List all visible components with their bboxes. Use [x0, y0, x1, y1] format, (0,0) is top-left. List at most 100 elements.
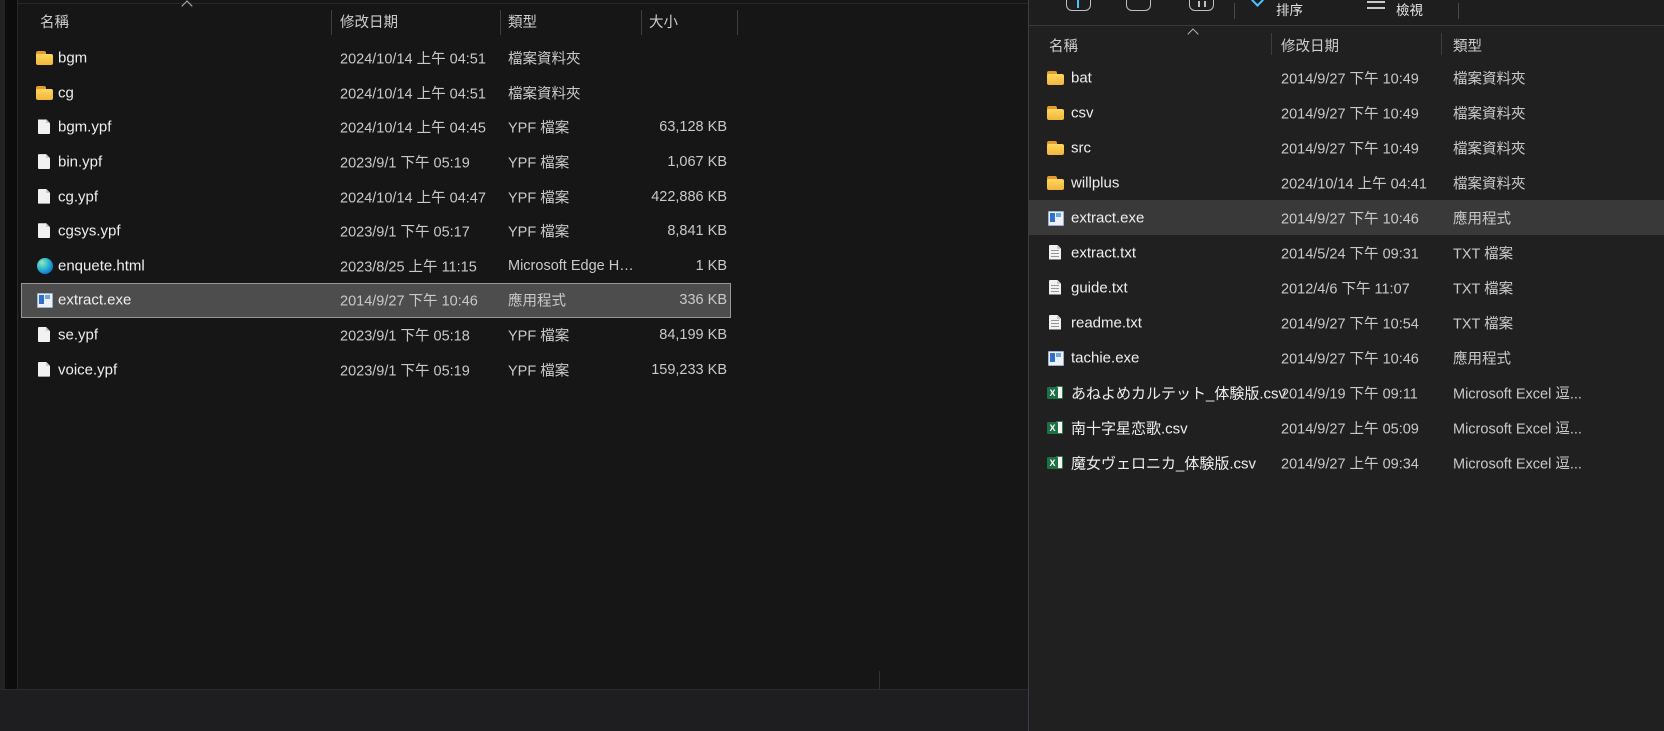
file-row[interactable]: X魔女ヴェロニカ_体験版.csv2014/9/27 上午 09:34Micros…: [1029, 445, 1664, 480]
exe-icon: [1047, 210, 1065, 226]
file-size: 63,128 KB: [500, 119, 727, 135]
file-name: cgsys.ypf: [58, 223, 121, 240]
excel-icon: X: [1047, 385, 1065, 401]
date-modified: 2024/10/14 上午 04:47: [340, 186, 486, 207]
exe-icon: [36, 292, 54, 308]
txt-icon: [1047, 315, 1065, 331]
file-type: 檔案資料夾: [508, 48, 581, 69]
date-modified: 2023/9/1 下午 05:19: [340, 152, 470, 173]
folder-icon: [36, 50, 54, 66]
file-row[interactable]: cg2024/10/14 上午 04:51檔案資料夾: [0, 76, 1028, 111]
file-icon: [36, 223, 54, 239]
file-row[interactable]: bin.ypf2023/9/1 下午 05:19YPF 檔案1,067 KB: [0, 145, 1028, 180]
file-row[interactable]: cgsys.ypf2023/9/1 下午 05:17YPF 檔案8,841 KB: [0, 214, 1028, 249]
file-row[interactable]: extract.txt 2014/5/24 下午 09:31 TXT 檔案: [1029, 235, 1664, 270]
file-size: 159,233 KB: [500, 362, 727, 378]
file-name: 魔女ヴェロニカ_体験版.csv: [1071, 452, 1256, 473]
excel-icon: X: [1047, 420, 1065, 436]
file-row[interactable]: cg.ypf2024/10/14 上午 04:47YPF 檔案422,886 K…: [0, 179, 1028, 214]
share-icon: [1126, 0, 1151, 11]
date-modified: 2014/9/27 上午 05:09: [1281, 417, 1419, 438]
date-modified: 2023/9/1 下午 05:18: [340, 325, 470, 346]
column-header-name[interactable]: 名稱: [40, 11, 69, 32]
column-header-date[interactable]: 修改日期: [1281, 35, 1339, 56]
column-header-name[interactable]: 名稱: [1049, 35, 1078, 56]
file-name: se.ypf: [58, 327, 98, 344]
file-name: 南十字星恋歌.csv: [1071, 417, 1188, 438]
file-size: 1,067 KB: [500, 154, 727, 170]
file-row[interactable]: willplus2024/10/14 上午 04:41檔案資料夾: [1029, 165, 1664, 200]
column-header-type[interactable]: 類型: [508, 11, 537, 32]
date-modified: 2024/10/14 上午 04:41: [1281, 172, 1427, 193]
command-toolbar: 排序 檢視: [1029, 0, 1664, 26]
date-modified: 2024/10/14 上午 04:51: [340, 82, 486, 103]
file-name: extract.exe: [1071, 209, 1144, 226]
rename-icon: [1066, 0, 1091, 11]
file-row[interactable]: X 南十字星恋歌.csv 2014/9/27 上午 05:09 Microsoft E…: [1029, 410, 1664, 445]
column-header-size[interactable]: 大小: [649, 11, 678, 32]
column-divider[interactable]: [1271, 33, 1272, 55]
column-divider[interactable]: [1441, 33, 1442, 55]
file-row[interactable]: tachie.exe2014/9/27 下午 10:46應用程式: [1029, 340, 1664, 375]
column-divider[interactable]: [331, 10, 332, 35]
column-divider[interactable]: [641, 10, 642, 35]
file-name: bgm: [58, 50, 87, 67]
view-button[interactable]: 檢視: [1367, 0, 1447, 25]
file-row[interactable]: src2014/9/27 下午 10:49檔案資料夾: [1029, 130, 1664, 165]
file-row[interactable]: guide.txt2012/4/6 下午 11:07TXT 檔案: [1029, 270, 1664, 305]
window-bottom-band: [0, 689, 1028, 731]
folder-icon: [1047, 175, 1065, 191]
file-name: src: [1071, 139, 1091, 156]
file-row[interactable]: extract.exe2014/9/27 下午 10:46應用程式336 KB: [0, 283, 1028, 318]
file-type: Microsoft Excel 逗...: [1453, 417, 1582, 438]
excel-icon: X: [1047, 455, 1065, 471]
column-header-type[interactable]: 類型: [1453, 35, 1482, 56]
file-name: voice.ypf: [58, 361, 117, 378]
txt-icon: [1047, 245, 1065, 261]
file-size: 336 KB: [500, 292, 727, 308]
file-list: bgm2024/10/14 上午 04:51檔案資料夾cg2024/10/14 …: [0, 41, 1028, 387]
file-type: 檔案資料夾: [1453, 172, 1526, 193]
file-type: TXT 檔案: [1453, 277, 1513, 298]
file-row[interactable]: readme.txt2014/9/27 下午 10:54TXT 檔案: [1029, 305, 1664, 340]
edge-icon: [36, 258, 54, 274]
file-row[interactable]: csv2014/9/27 下午 10:49檔案資料夾: [1029, 95, 1664, 130]
file-row[interactable]: bgm2024/10/14 上午 04:51檔案資料夾: [0, 41, 1028, 76]
column-header-row: 名稱 修改日期 類型: [1029, 25, 1664, 60]
view-icon: [1367, 0, 1385, 9]
file-name: bat: [1071, 69, 1092, 86]
file-name: あねよめカルテット_体験版.csv: [1071, 382, 1286, 403]
folder-icon: [1047, 70, 1065, 86]
file-row[interactable]: enquete.html2023/8/25 上午 11:15Microsoft …: [0, 249, 1028, 284]
file-name: bgm.ypf: [58, 119, 111, 136]
sort-button[interactable]: 排序: [1251, 0, 1331, 25]
file-row[interactable]: extract.exe2014/9/27 下午 10:46應用程式: [1029, 200, 1664, 235]
date-modified: 2023/9/1 下午 05:17: [340, 221, 470, 242]
file-name: bin.ypf: [58, 154, 102, 171]
file-list: bat2014/9/27 下午 10:49檔案資料夾 csv 2014/9/27 下…: [1029, 60, 1664, 480]
column-header-row: 名稱 修改日期 類型 大小: [0, 6, 1028, 36]
file-icon: [36, 362, 54, 378]
file-row[interactable]: voice.ypf2023/9/1 下午 05:19YPF 檔案159,233 …: [0, 352, 1028, 387]
column-divider[interactable]: [500, 10, 501, 35]
file-icon: [36, 189, 54, 205]
folder-icon: [1047, 105, 1065, 121]
date-modified: 2014/9/27 下午 10:49: [1281, 102, 1419, 123]
file-type: 檔案資料夾: [1453, 137, 1526, 158]
folder-icon: [36, 85, 54, 101]
window-top-divider: [0, 3, 1028, 4]
column-divider[interactable]: [737, 10, 738, 35]
column-header-date[interactable]: 修改日期: [340, 11, 398, 32]
file-name: guide.txt: [1071, 279, 1128, 296]
file-row[interactable]: bgm.ypf2024/10/14 上午 04:45YPF 檔案63,128 K…: [0, 110, 1028, 145]
file-type: 檔案資料夾: [508, 82, 581, 103]
file-name: extract.txt: [1071, 244, 1136, 261]
file-name: csv: [1071, 104, 1094, 121]
file-row[interactable]: bat2014/9/27 下午 10:49檔案資料夾: [1029, 60, 1664, 95]
date-modified: 2014/5/24 下午 09:31: [1281, 242, 1419, 263]
file-row[interactable]: Xあねよめカルテット_体験版.csv2014/9/19 下午 09:11Micr…: [1029, 375, 1664, 410]
file-type: TXT 檔案: [1453, 242, 1513, 263]
file-row[interactable]: se.ypf2023/9/1 下午 05:18YPF 檔案84,199 KB: [0, 318, 1028, 353]
toolbar-divider: [1234, 3, 1235, 19]
date-modified: 2024/10/14 上午 04:45: [340, 117, 486, 138]
